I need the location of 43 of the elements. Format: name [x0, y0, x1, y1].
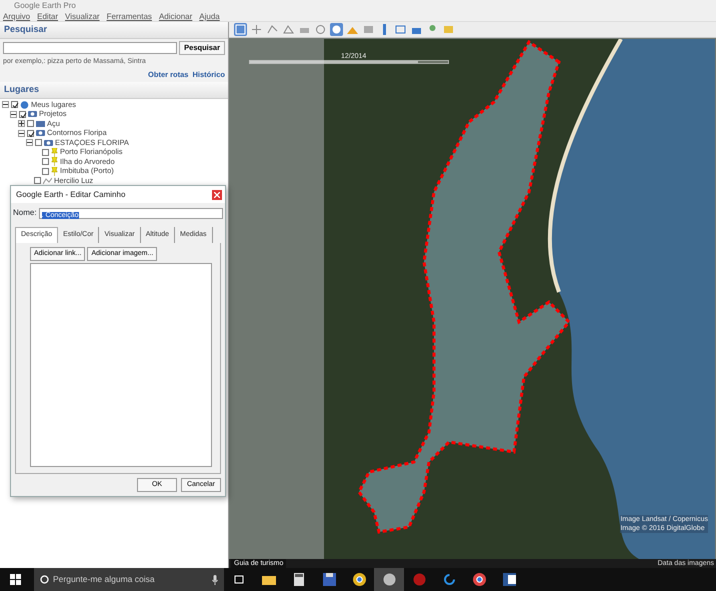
panel-header[interactable]: Lugares: [0, 82, 228, 99]
menu-item[interactable]: Visualizar: [65, 12, 100, 21]
checkbox[interactable]: [35, 139, 42, 146]
taskbar-search-field[interactable]: Pergunte-me alguma coisa: [34, 568, 224, 591]
menu-item[interactable]: Arquivo: [3, 12, 30, 21]
name-label: Nome:: [13, 207, 37, 219]
dialog-title: Google Earth - Editar Caminho: [16, 188, 126, 200]
folder-icon: [36, 129, 45, 137]
search-field[interactable]: [3, 42, 178, 54]
path-icon[interactable]: [282, 23, 295, 36]
sidebar-icon[interactable]: [234, 23, 247, 36]
checkbox[interactable]: [42, 158, 49, 165]
globe-icon: [20, 100, 29, 108]
time-slider[interactable]: [249, 60, 449, 64]
window-title: Google Earth Pro: [13, 0, 77, 12]
checkbox[interactable]: [19, 110, 26, 118]
search-placeholder: Pergunte-me alguma coisa: [53, 573, 156, 586]
checkbox[interactable]: [27, 130, 34, 136]
checkbox[interactable]: [42, 148, 49, 156]
panel-header[interactable]: Pesquisar: [0, 22, 228, 38]
folder-icon: [28, 110, 37, 118]
description-field[interactable]: [30, 263, 212, 466]
expander-icon[interactable]: [10, 110, 17, 118]
folder-icon: [36, 120, 45, 128]
checkbox[interactable]: [11, 101, 18, 108]
expander-icon[interactable]: [18, 120, 25, 127]
folder-icon: [44, 138, 53, 146]
microphone-icon[interactable]: [212, 574, 218, 584]
menu-item[interactable]: Ajuda: [199, 12, 220, 21]
expander-icon[interactable]: [2, 101, 9, 108]
menu-item[interactable]: Ferramentas: [106, 12, 152, 21]
path-icon: [43, 176, 52, 184]
checkbox[interactable]: [42, 168, 49, 174]
checkbox[interactable]: [34, 177, 41, 184]
expander-icon[interactable]: [18, 130, 25, 136]
expander-icon[interactable]: [26, 139, 33, 146]
menu-item[interactable]: Editar: [37, 12, 58, 21]
close-button[interactable]: [212, 190, 222, 200]
checkbox[interactable]: [27, 120, 34, 127]
menu-item[interactable]: Adicionar: [158, 12, 192, 21]
globe-icon[interactable]: [374, 568, 404, 591]
cortana-circle-icon: [40, 575, 49, 584]
clock-icon[interactable]: [330, 23, 343, 36]
